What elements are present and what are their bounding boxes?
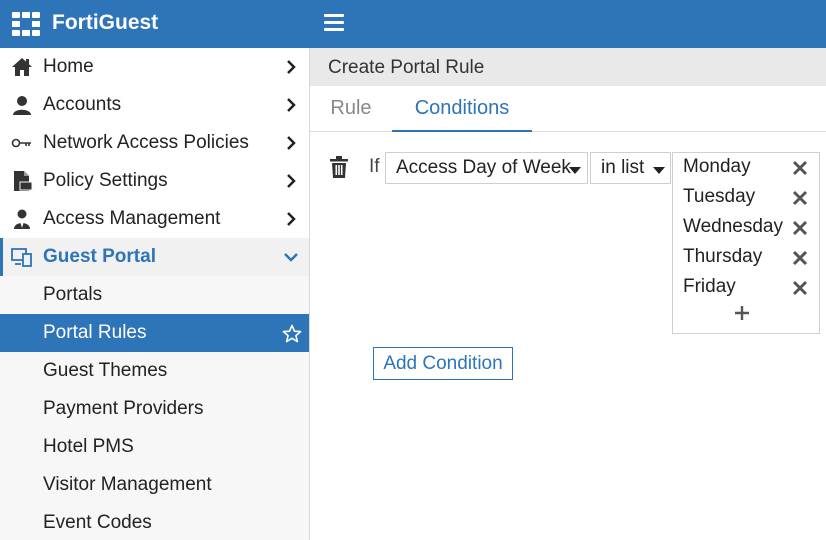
list-item: Monday: [673, 153, 819, 183]
monitor-icon: [11, 247, 33, 267]
remove-icon[interactable]: [792, 160, 808, 176]
add-condition-button[interactable]: Add Condition: [373, 347, 513, 380]
add-value-icon[interactable]: [734, 305, 750, 321]
sidebar-item-label: Policy Settings: [43, 170, 168, 191]
caret-down-icon: [569, 167, 581, 174]
user-icon: [11, 95, 33, 115]
tab-conditions[interactable]: Conditions: [392, 86, 532, 132]
sidebar-item-access-management[interactable]: Access Management: [0, 200, 309, 238]
chevron-right-icon: [287, 60, 296, 74]
remove-icon[interactable]: [792, 220, 808, 236]
list-item: Tuesday: [673, 183, 819, 213]
sidebar-subitem-payment-providers[interactable]: Payment Providers: [0, 390, 309, 428]
app-brand: FortiGuest: [52, 11, 159, 34]
sidebar-subitem-portal-rules[interactable]: Portal Rules: [0, 314, 309, 352]
sidebar: Home Accounts Network Access Policies Po…: [0, 48, 310, 540]
condition-operator-select[interactable]: in list: [590, 152, 671, 184]
sidebar-item-guest-portal[interactable]: Guest Portal: [0, 238, 309, 276]
admin-user-icon: [11, 209, 33, 229]
sidebar-item-label: Portals: [43, 284, 103, 305]
sidebar-item-label: Portal Rules: [43, 322, 147, 343]
home-icon: [11, 57, 33, 77]
document-icon: [11, 171, 33, 191]
top-bar: FortiGuest: [0, 0, 826, 48]
condition-field-value: Access Day of Week: [396, 157, 571, 178]
condition-field-select[interactable]: Access Day of Week: [385, 152, 588, 184]
sidebar-item-label: Event Codes: [43, 512, 152, 533]
sidebar-subitem-visitor-management[interactable]: Visitor Management: [0, 466, 309, 504]
tab-bar: Rule Conditions: [310, 86, 826, 132]
sidebar-item-label: Guest Themes: [43, 360, 168, 381]
chevron-right-icon: [287, 174, 296, 188]
list-item-text: Thursday: [683, 246, 763, 267]
sidebar-item-home[interactable]: Home: [0, 48, 309, 86]
chevron-down-icon: [284, 253, 298, 262]
sidebar-item-accounts[interactable]: Accounts: [0, 86, 309, 124]
star-icon[interactable]: [282, 324, 302, 344]
list-item-text: Wednesday: [683, 216, 783, 237]
sidebar-item-label: Home: [43, 56, 94, 77]
list-item-text: Friday: [683, 276, 736, 297]
hamburger-icon[interactable]: [324, 14, 344, 32]
trash-icon[interactable]: [329, 156, 349, 178]
sidebar-item-label: Visitor Management: [43, 474, 212, 495]
list-item: Thursday: [673, 243, 819, 273]
sidebar-item-label: Hotel PMS: [43, 436, 134, 457]
if-label: If: [369, 156, 380, 177]
remove-icon[interactable]: [792, 190, 808, 206]
chevron-right-icon: [287, 98, 296, 112]
remove-icon[interactable]: [792, 250, 808, 266]
sidebar-subitem-event-codes[interactable]: Event Codes: [0, 504, 309, 540]
tab-rule[interactable]: Rule: [316, 86, 386, 132]
key-icon: [11, 133, 33, 153]
sidebar-item-network-access-policies[interactable]: Network Access Policies: [0, 124, 309, 162]
list-item-text: Monday: [683, 156, 751, 177]
page-title: Create Portal Rule: [328, 57, 485, 78]
sidebar-item-policy-settings[interactable]: Policy Settings: [0, 162, 309, 200]
main-content: Create Portal Rule Rule Conditions If Ac…: [310, 48, 826, 540]
sidebar-subitem-portals[interactable]: Portals: [0, 276, 309, 314]
sidebar-item-label: Payment Providers: [43, 398, 204, 419]
remove-icon[interactable]: [792, 280, 808, 296]
chevron-right-icon: [287, 136, 296, 150]
sidebar-item-label: Accounts: [43, 94, 122, 115]
condition-value-list: Monday Tuesday Wednesday Thursday Friday: [672, 152, 820, 334]
condition-operator-value: in list: [601, 157, 645, 178]
caret-down-icon: [653, 167, 665, 174]
sidebar-item-label: Access Management: [43, 208, 221, 229]
list-item: Wednesday: [673, 213, 819, 243]
fortinet-logo-icon: [12, 12, 40, 36]
list-item: Friday: [673, 273, 819, 303]
sidebar-item-label: Network Access Policies: [43, 132, 249, 153]
chevron-right-icon: [287, 212, 296, 226]
list-item-text: Tuesday: [683, 186, 756, 207]
sidebar-subitem-guest-themes[interactable]: Guest Themes: [0, 352, 309, 390]
sidebar-item-label: Guest Portal: [43, 246, 156, 267]
page-header: Create Portal Rule: [310, 48, 826, 86]
sidebar-subitem-hotel-pms[interactable]: Hotel PMS: [0, 428, 309, 466]
